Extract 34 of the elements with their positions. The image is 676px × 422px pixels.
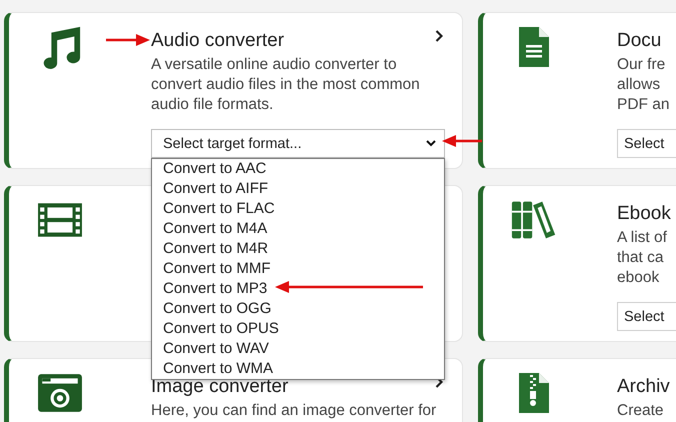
dropdown-option[interactable]: Convert to OGG <box>152 299 444 319</box>
description-text: that ca <box>617 248 665 268</box>
dropdown-option[interactable]: Convert to OPUS <box>152 319 444 339</box>
card-title[interactable]: Docu <box>617 29 676 53</box>
chevron-right-icon[interactable] <box>435 30 443 42</box>
description-text: Create <box>617 401 665 421</box>
description-text: Here, you can find an image converter for <box>151 401 438 421</box>
description-text: allows <box>617 75 662 95</box>
format-dropdown[interactable]: Select <box>617 302 676 331</box>
format-dropdown[interactable]: Select target format... <box>151 129 445 158</box>
description-text: Our fre <box>617 55 666 75</box>
dropdown-option[interactable]: Convert to AIFF <box>152 179 444 199</box>
dropdown-option[interactable]: Convert to WAV <box>152 339 444 359</box>
description-text: ebook <box>617 268 660 288</box>
dropdown-option[interactable]: Convert to MMF <box>152 259 444 279</box>
description-text: A versatile online audio converter to <box>151 55 398 75</box>
annotation-arrow <box>442 135 482 147</box>
dropdown-option[interactable]: Convert to FLAC <box>152 199 444 219</box>
camera-icon <box>37 371 83 415</box>
card-title[interactable]: Archiv <box>617 375 676 399</box>
card-title[interactable]: Ebook <box>617 202 676 226</box>
dropdown-option[interactable]: Convert to M4R <box>152 239 444 259</box>
dropdown-option[interactable]: Convert to M4A <box>152 219 444 239</box>
dropdown-option[interactable]: Convert to MP3 <box>152 279 444 299</box>
format-dropdown[interactable]: Select <box>617 129 676 158</box>
description-text: PDF an <box>617 95 671 115</box>
caret-icon <box>426 140 436 147</box>
description-text: audio file formats. <box>151 95 274 115</box>
annotation-arrow <box>106 34 150 46</box>
card-title[interactable]: Audio converter <box>151 29 462 53</box>
dropdown-option[interactable]: Convert to AAC <box>152 159 444 179</box>
description-text: convert audio files in the most common <box>151 75 421 95</box>
description-text: A list of <box>617 228 668 248</box>
dropdown-option[interactable]: Convert to WMA <box>152 359 444 379</box>
